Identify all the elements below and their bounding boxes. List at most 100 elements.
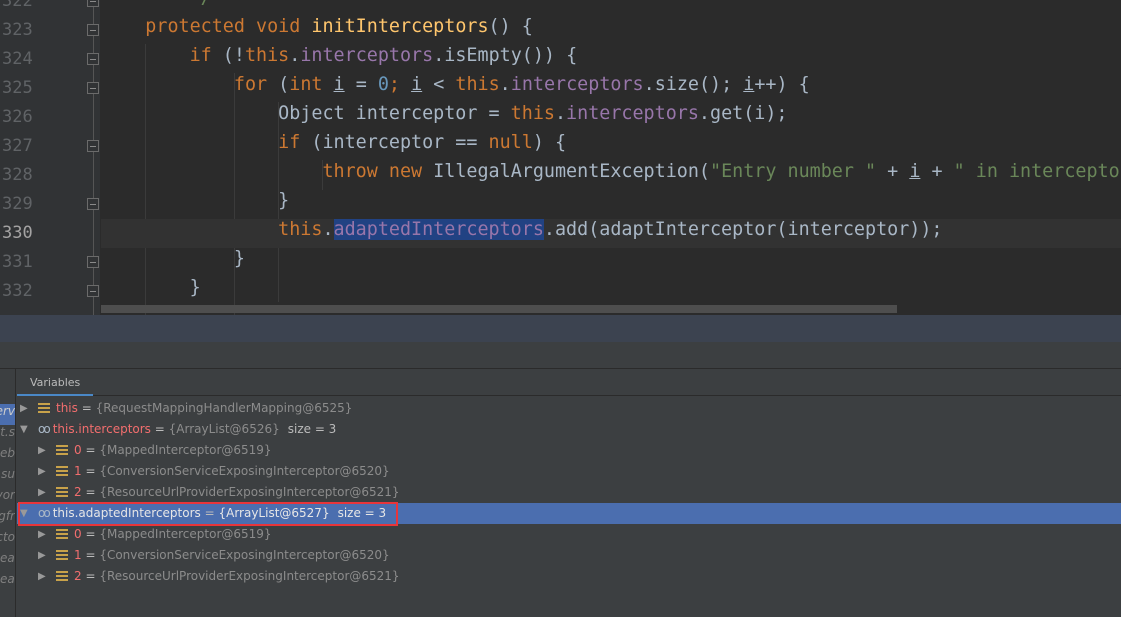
variable-name: this bbox=[56, 401, 78, 415]
fold-icon[interactable] bbox=[87, 82, 99, 94]
frame-item[interactable]: erv bbox=[0, 404, 15, 425]
frame-item[interactable]: t.su bbox=[0, 467, 15, 488]
frame-item[interactable]: vor bbox=[0, 488, 15, 509]
variable-size: size = 3 bbox=[287, 422, 337, 436]
code-token: i bbox=[411, 74, 423, 95]
frames-list[interactable]: ervxt.seb.t.suvorgfractoeaea bbox=[0, 369, 16, 617]
fold-icon[interactable] bbox=[87, 53, 99, 65]
variable-row[interactable]: ▶ 2 = {ResourceUrlProviderExposingInterce… bbox=[17, 482, 1121, 503]
expand-arrow-icon[interactable]: ▶ bbox=[38, 524, 46, 545]
code-token: } bbox=[101, 190, 290, 211]
debugger-tabs: Variables bbox=[16, 369, 1121, 396]
variable-value: {MappedInterceptor@6519} bbox=[99, 443, 272, 457]
code-token: .get(i); bbox=[698, 103, 788, 124]
code-token: throw new bbox=[322, 161, 434, 182]
code-token: (interceptor == bbox=[311, 132, 489, 153]
frame-item[interactable]: eb. bbox=[0, 446, 15, 467]
code-token: if bbox=[189, 45, 223, 66]
variable-row[interactable]: ▶ this = {RequestMappingHandlerMapping@65… bbox=[17, 398, 1121, 419]
variable-value: {ResourceUrlProviderExposingInterceptor@… bbox=[99, 569, 400, 583]
code-token: i bbox=[743, 74, 755, 95]
code-token: if bbox=[278, 132, 312, 153]
field-icon bbox=[56, 550, 68, 560]
variable-name: 2 bbox=[74, 569, 82, 583]
expand-arrow-icon[interactable]: ▶ bbox=[38, 566, 46, 587]
frame-item[interactable]: ea bbox=[0, 551, 15, 572]
code-token: . bbox=[499, 74, 511, 95]
fold-icon[interactable] bbox=[87, 256, 99, 268]
variable-name: 0 bbox=[74, 527, 82, 541]
code-token: Object interceptor = bbox=[101, 103, 511, 124]
horizontal-scrollbar[interactable] bbox=[101, 305, 897, 313]
fold-icon[interactable] bbox=[87, 285, 99, 297]
expand-arrow-icon[interactable]: ▶ bbox=[38, 461, 46, 482]
field-icon bbox=[56, 466, 68, 476]
line-number: 326 bbox=[2, 107, 33, 127]
code-token: ( bbox=[278, 74, 290, 95]
code-token: " in interceptors bbox=[953, 161, 1121, 182]
variable-row[interactable]: ▶ 1 = {ConversionServiceExposingIntercept… bbox=[17, 545, 1121, 566]
frame-item[interactable]: gfr bbox=[0, 509, 15, 530]
code-token: this bbox=[455, 74, 500, 95]
debug-toolbar bbox=[0, 342, 1121, 369]
expand-arrow-icon[interactable]: ▶ bbox=[38, 482, 46, 503]
code-token: .size(); bbox=[643, 74, 744, 95]
variable-row[interactable]: ▶ 2 = {ResourceUrlProviderExposingInterce… bbox=[17, 566, 1121, 587]
code-editor[interactable]: 322 323 324 325 326 327 328 329 330 331 332 */ pro… bbox=[0, 0, 1121, 315]
variable-row[interactable]: ▶ 0 = {MappedInterceptor@6519} bbox=[17, 440, 1121, 461]
variable-row[interactable]: ▼ oo this.interceptors = {ArrayList@6526} s… bbox=[17, 419, 1121, 440]
frame-item[interactable]: acto bbox=[0, 530, 15, 551]
code-token: 0 bbox=[377, 74, 389, 95]
fold-icon[interactable] bbox=[87, 140, 99, 152]
variable-name: 1 bbox=[74, 548, 82, 562]
expand-arrow-icon[interactable]: ▶ bbox=[38, 440, 46, 461]
code-line: */ bbox=[101, 0, 1121, 16]
code-line: if (!this.interceptors.isEmpty()) { bbox=[101, 45, 1121, 74]
gutter: 322 323 324 325 326 327 328 329 330 331 332 bbox=[0, 0, 100, 315]
variable-row[interactable]: ▶ 1 = {ConversionServiceExposingIntercept… bbox=[17, 461, 1121, 482]
code-token: interceptors bbox=[300, 45, 434, 66]
line-number: 332 bbox=[2, 281, 33, 301]
frame-item[interactable]: ea bbox=[0, 572, 15, 593]
fold-icon[interactable] bbox=[87, 0, 99, 7]
code-token: i bbox=[333, 74, 345, 95]
variables-tree[interactable]: ▶ this = {RequestMappingHandlerMapping@65… bbox=[17, 398, 1121, 587]
field-icon bbox=[38, 403, 50, 413]
code-token: this bbox=[510, 103, 555, 124]
variable-value: {ArrayList@6526} bbox=[168, 422, 280, 436]
code-token: this bbox=[244, 45, 290, 66]
code-token: . bbox=[322, 219, 334, 240]
code-token: for bbox=[233, 74, 279, 95]
code-token: } bbox=[101, 248, 245, 269]
fold-icon[interactable] bbox=[87, 24, 99, 36]
expand-arrow-icon[interactable]: ▶ bbox=[38, 545, 46, 566]
code-token: this bbox=[278, 219, 323, 240]
code-line: throw new IllegalArgumentException("Entr… bbox=[101, 161, 1121, 190]
code-token: . bbox=[289, 45, 301, 66]
code-token: null bbox=[488, 132, 533, 153]
frame-item[interactable]: xt.s bbox=[0, 425, 15, 446]
code-token: .isEmpty()) { bbox=[433, 45, 578, 66]
line-number: 328 bbox=[2, 165, 33, 185]
variable-row[interactable]: ▶ 0 = {MappedInterceptor@6519} bbox=[17, 524, 1121, 545]
tab-variables[interactable]: Variables bbox=[16, 369, 94, 396]
code-token: + bbox=[876, 161, 910, 182]
code-token: initInterceptors bbox=[311, 16, 489, 37]
code-line: } bbox=[101, 190, 1121, 219]
line-number: 323 bbox=[2, 20, 33, 40]
expand-arrow-icon[interactable]: ▶ bbox=[20, 398, 28, 419]
line-number: 324 bbox=[2, 49, 33, 69]
collapse-arrow-icon[interactable]: ▼ bbox=[20, 419, 28, 440]
code-token: () { bbox=[488, 16, 533, 37]
panel-divider[interactable] bbox=[0, 315, 1121, 342]
code-token: */ bbox=[190, 0, 212, 8]
code-line: } bbox=[101, 248, 1121, 277]
code-token: "Entry number " bbox=[710, 161, 877, 182]
fold-icon[interactable] bbox=[87, 198, 99, 210]
line-number: 327 bbox=[2, 136, 33, 156]
code-token: interceptors bbox=[566, 103, 699, 124]
